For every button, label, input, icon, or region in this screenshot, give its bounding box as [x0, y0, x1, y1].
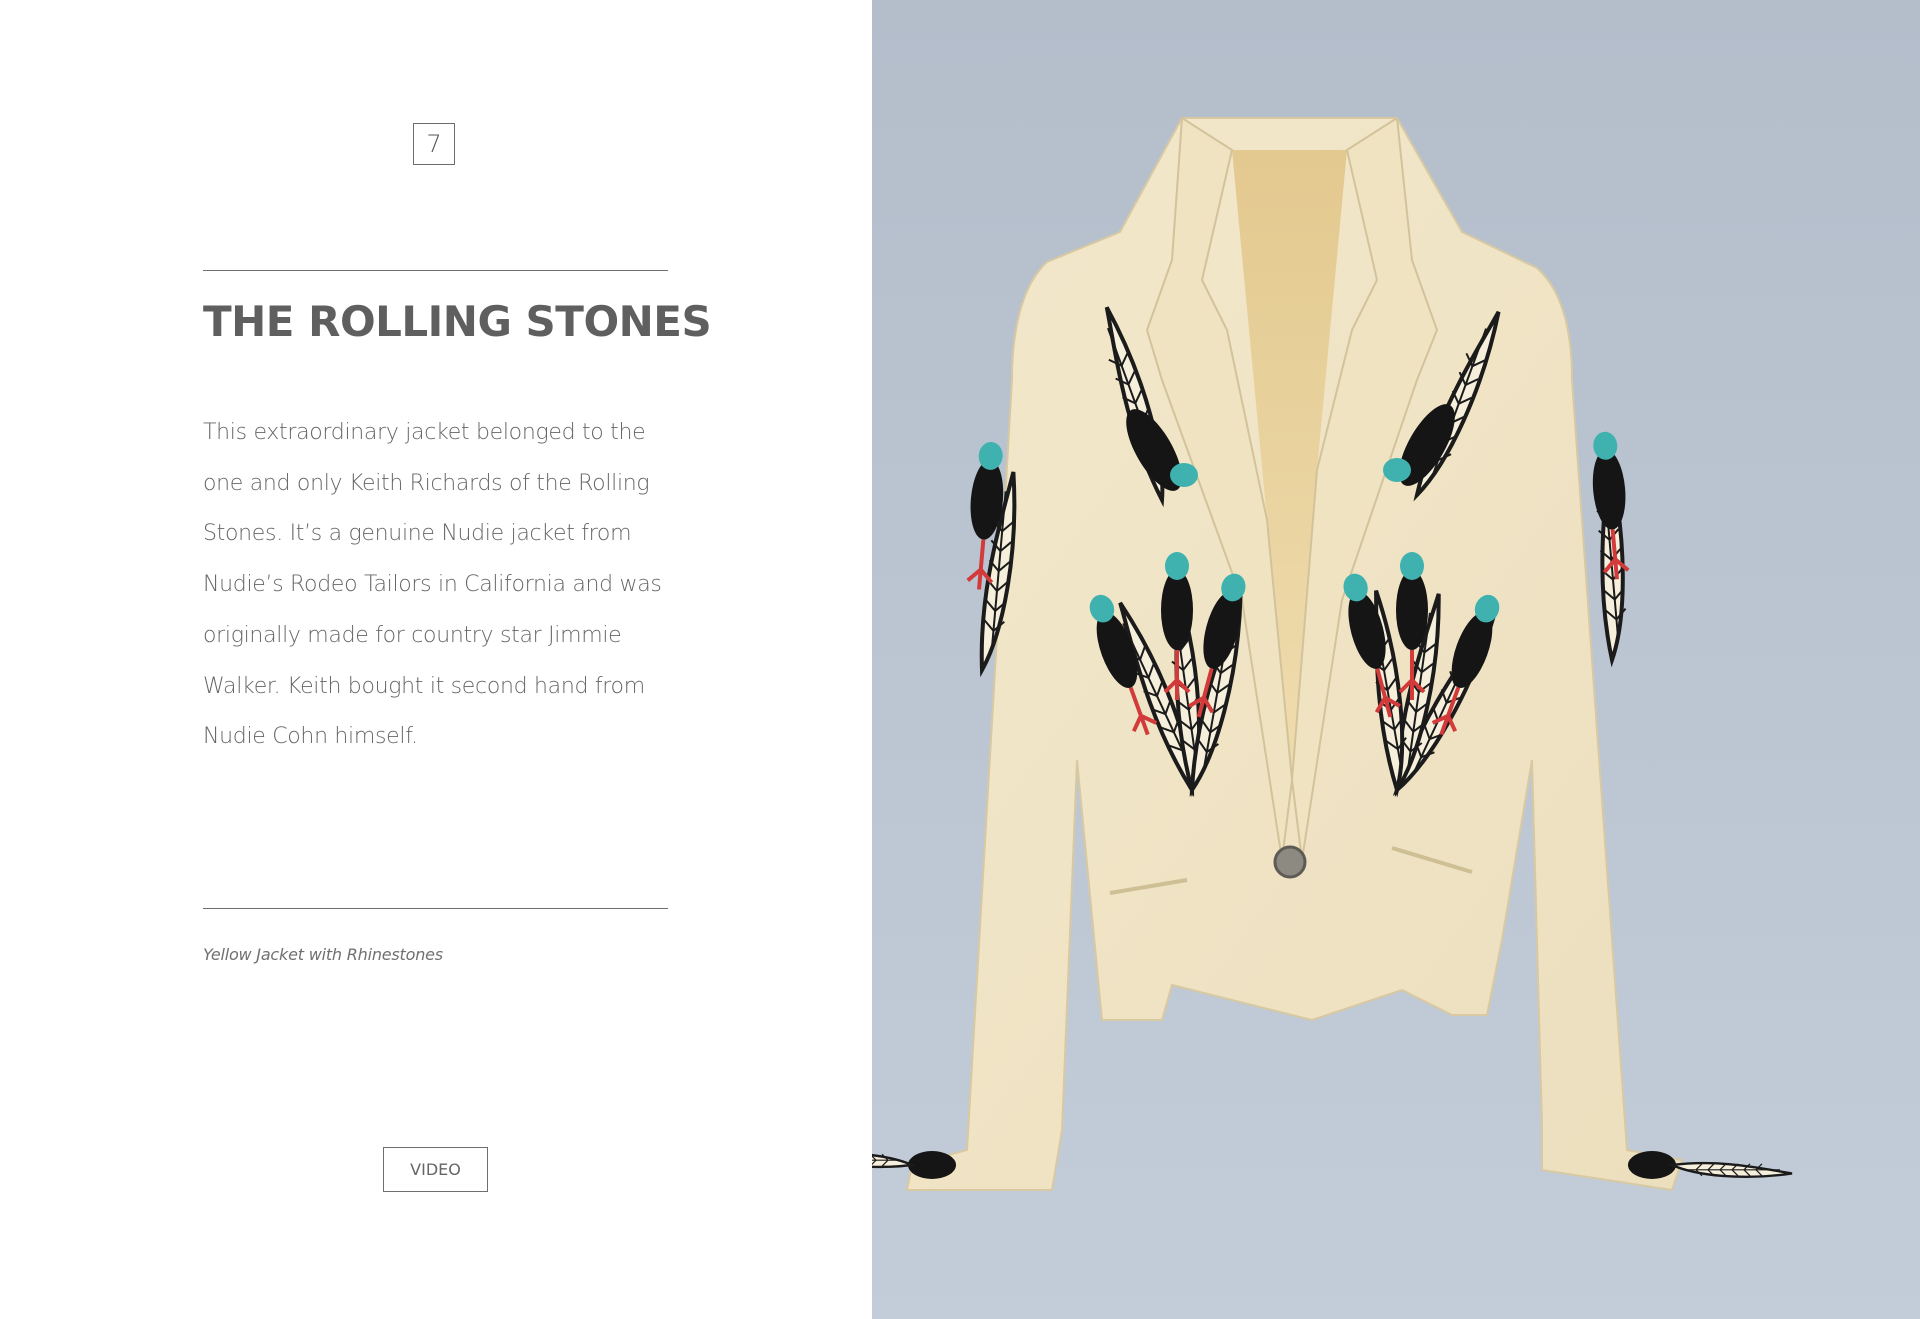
jacket-photo — [872, 0, 1920, 1319]
exhibit-page: 7 THE ROLLING STONES This extraordinary … — [0, 0, 1920, 1319]
description-line: originally made for country star Jimmie — [203, 622, 622, 648]
photo-panel — [872, 0, 1920, 1319]
text-panel: 7 THE ROLLING STONES This extraordinary … — [0, 0, 872, 1319]
description-line: Stones. It’s a genuine Nudie jacket from — [203, 521, 632, 547]
exhibit-title: THE ROLLING STONES — [203, 297, 712, 346]
description-line: Nudie Cohn himself. — [203, 724, 418, 750]
page-number-badge: 7 — [413, 123, 455, 165]
description-line: Walker. Keith bought it second hand from — [203, 673, 645, 699]
bottom-divider — [203, 908, 668, 909]
jacket-button — [1273, 845, 1307, 879]
description-line: This extraordinary jacket belonged to th… — [203, 420, 646, 445]
top-divider — [203, 270, 668, 271]
description-line: one and only Keith Richards of the Rolli… — [203, 470, 650, 496]
image-caption: Yellow Jacket with Rhinestones — [203, 945, 443, 964]
video-button[interactable]: VIDEO — [383, 1147, 488, 1192]
exhibit-description: This extraordinary jacket belonged to th… — [203, 408, 668, 763]
description-line: Nudie’s Rodeo Tailors in California and … — [203, 572, 662, 598]
